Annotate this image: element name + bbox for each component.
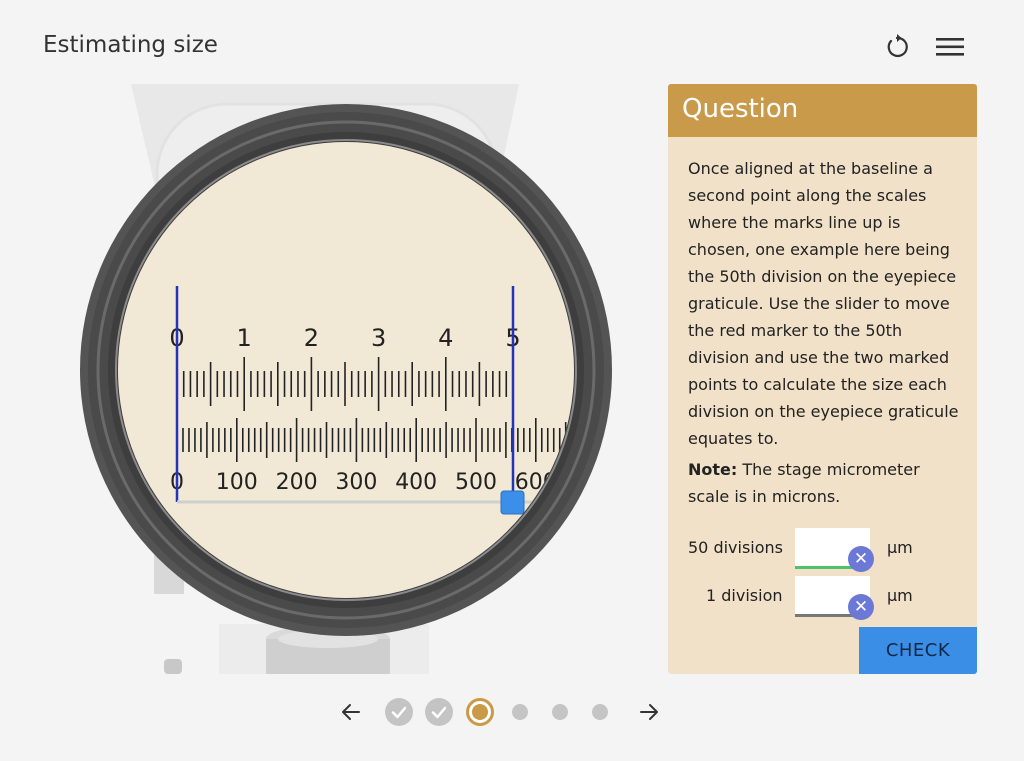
stage-label: 200 xyxy=(276,470,318,495)
reset-button[interactable] xyxy=(882,32,912,62)
unit-label: μm xyxy=(887,586,913,605)
hamburger-menu-icon xyxy=(936,38,964,56)
page-title: Estimating size xyxy=(43,32,218,58)
current-step-dot xyxy=(472,704,488,720)
step-pending-indicator[interactable] xyxy=(512,704,528,720)
unit-label: μm xyxy=(887,538,913,557)
check-button[interactable]: CHECK xyxy=(859,627,977,674)
eyepiece-label: 4 xyxy=(438,324,453,352)
step-pending-indicator[interactable] xyxy=(552,704,568,720)
step-current-indicator[interactable] xyxy=(466,698,494,726)
answer-label: 50 divisions xyxy=(688,538,784,557)
input-underline xyxy=(795,566,855,569)
arrow-left-icon xyxy=(342,704,360,720)
question-heading: Question xyxy=(668,84,977,137)
answer-row-1-division: 1 division ✕ μm xyxy=(668,576,977,620)
stage-label: 500 xyxy=(455,470,497,495)
note-label: Note: xyxy=(688,460,738,479)
arrow-right-icon xyxy=(640,704,658,720)
answer-label: 1 division xyxy=(706,586,783,605)
step-complete-indicator[interactable] xyxy=(385,698,413,726)
clear-button[interactable]: ✕ xyxy=(848,594,874,620)
reset-icon xyxy=(887,34,908,58)
checkmark-icon xyxy=(431,706,447,719)
question-note: Note: The stage micrometer scale is in m… xyxy=(668,452,977,510)
stage-label: 100 xyxy=(216,470,258,495)
question-panel: Question Once aligned at the baseline a … xyxy=(668,84,977,674)
next-step-button[interactable] xyxy=(636,700,662,724)
menu-button[interactable] xyxy=(933,34,967,60)
microscope-view: 012345 0100200300400500600 xyxy=(80,84,612,674)
slider-handle[interactable] xyxy=(500,490,525,515)
previous-step-button[interactable] xyxy=(338,700,364,724)
question-text: Once aligned at the baseline a second po… xyxy=(688,159,959,448)
stage-label: 300 xyxy=(335,470,377,495)
step-complete-indicator[interactable] xyxy=(425,698,453,726)
answer-row-50-divisions: 50 divisions ✕ μm xyxy=(668,528,977,572)
eyepiece-label: 1 xyxy=(237,324,252,352)
clear-button[interactable]: ✕ xyxy=(848,546,874,572)
step-navigation xyxy=(0,690,1024,734)
step-pending-indicator[interactable] xyxy=(592,704,608,720)
microscope-simulation: 012345 0100200300400500600 xyxy=(24,84,652,674)
eyepiece-label: 2 xyxy=(304,324,319,352)
stage-label: 400 xyxy=(395,470,437,495)
app-header: Estimating size xyxy=(0,0,1024,84)
field-of-view xyxy=(118,142,574,598)
input-underline xyxy=(795,614,855,617)
checkmark-icon xyxy=(391,706,407,719)
eyepiece-label: 3 xyxy=(371,324,386,352)
